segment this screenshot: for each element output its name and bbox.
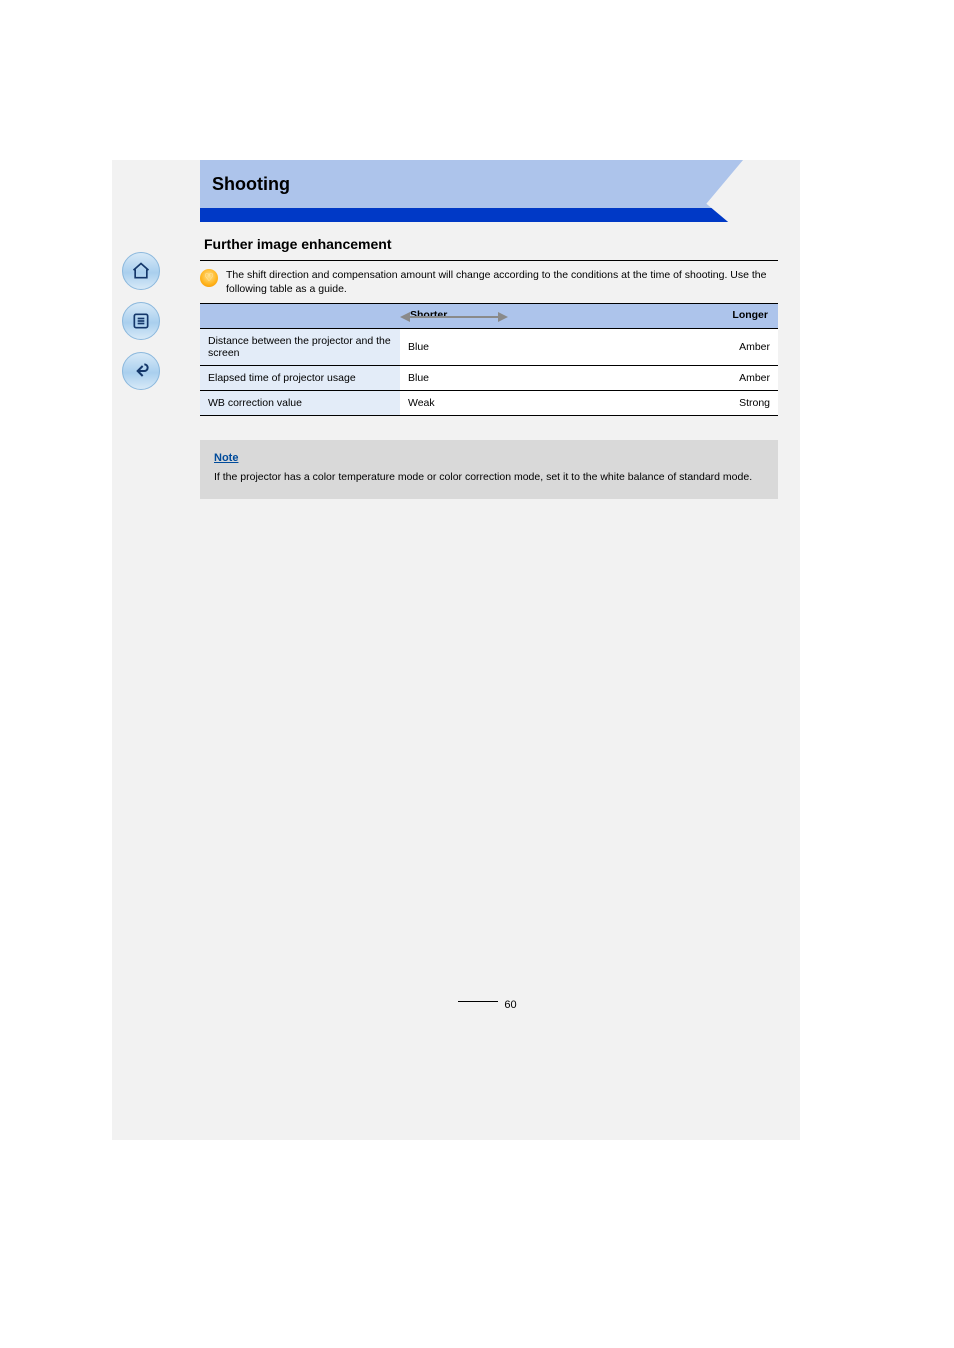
row1-label: Elapsed time of projector usage [200,366,400,391]
range-right-label: Longer [732,309,768,321]
table-row: Distance between the projector and the s… [200,329,778,366]
chapter-title: Shooting [212,174,290,195]
note-box: Note If the projector has a color temper… [200,440,778,498]
home-icon[interactable] [122,252,160,290]
double-arrow-icon [408,316,500,318]
table-row: WB correction value Weak Strong [200,391,778,416]
section-heading: Further image enhancement [200,222,778,261]
contents-icon[interactable] [122,302,160,340]
content-column: Shooting Further image enhancement ♡ The… [112,160,800,1140]
row0-label: Distance between the projector and the s… [200,329,400,366]
tip-icon: ♡ [200,269,218,287]
page-number: 60 [504,999,516,1011]
document-page: Shooting Further image enhancement ♡ The… [0,0,954,1140]
sidebar-nav [122,252,160,390]
row2-value: Weak Strong [400,391,778,416]
back-icon[interactable] [122,352,160,390]
note-body: If the projector has a color temperature… [214,470,764,484]
spec-table: Shorter Longer Distance between the proj… [200,304,778,416]
page-footer: 60 [200,999,778,1011]
row0-value: Blue Amber [400,329,778,366]
row1-value: Blue Amber [400,366,778,391]
header-range: Shorter Longer [400,304,778,329]
main-area: Shooting Further image enhancement ♡ The… [200,160,778,1011]
table-header-row: Shorter Longer [200,304,778,329]
tip-block: ♡ The shift direction and compensation a… [200,261,778,304]
table-row: Elapsed time of projector usage Blue Amb… [200,366,778,391]
chapter-banner: Shooting [200,160,778,222]
row2-label: WB correction value [200,391,400,416]
header-empty [200,304,400,329]
note-label: Note [214,452,764,464]
tip-text: The shift direction and compensation amo… [226,268,774,296]
